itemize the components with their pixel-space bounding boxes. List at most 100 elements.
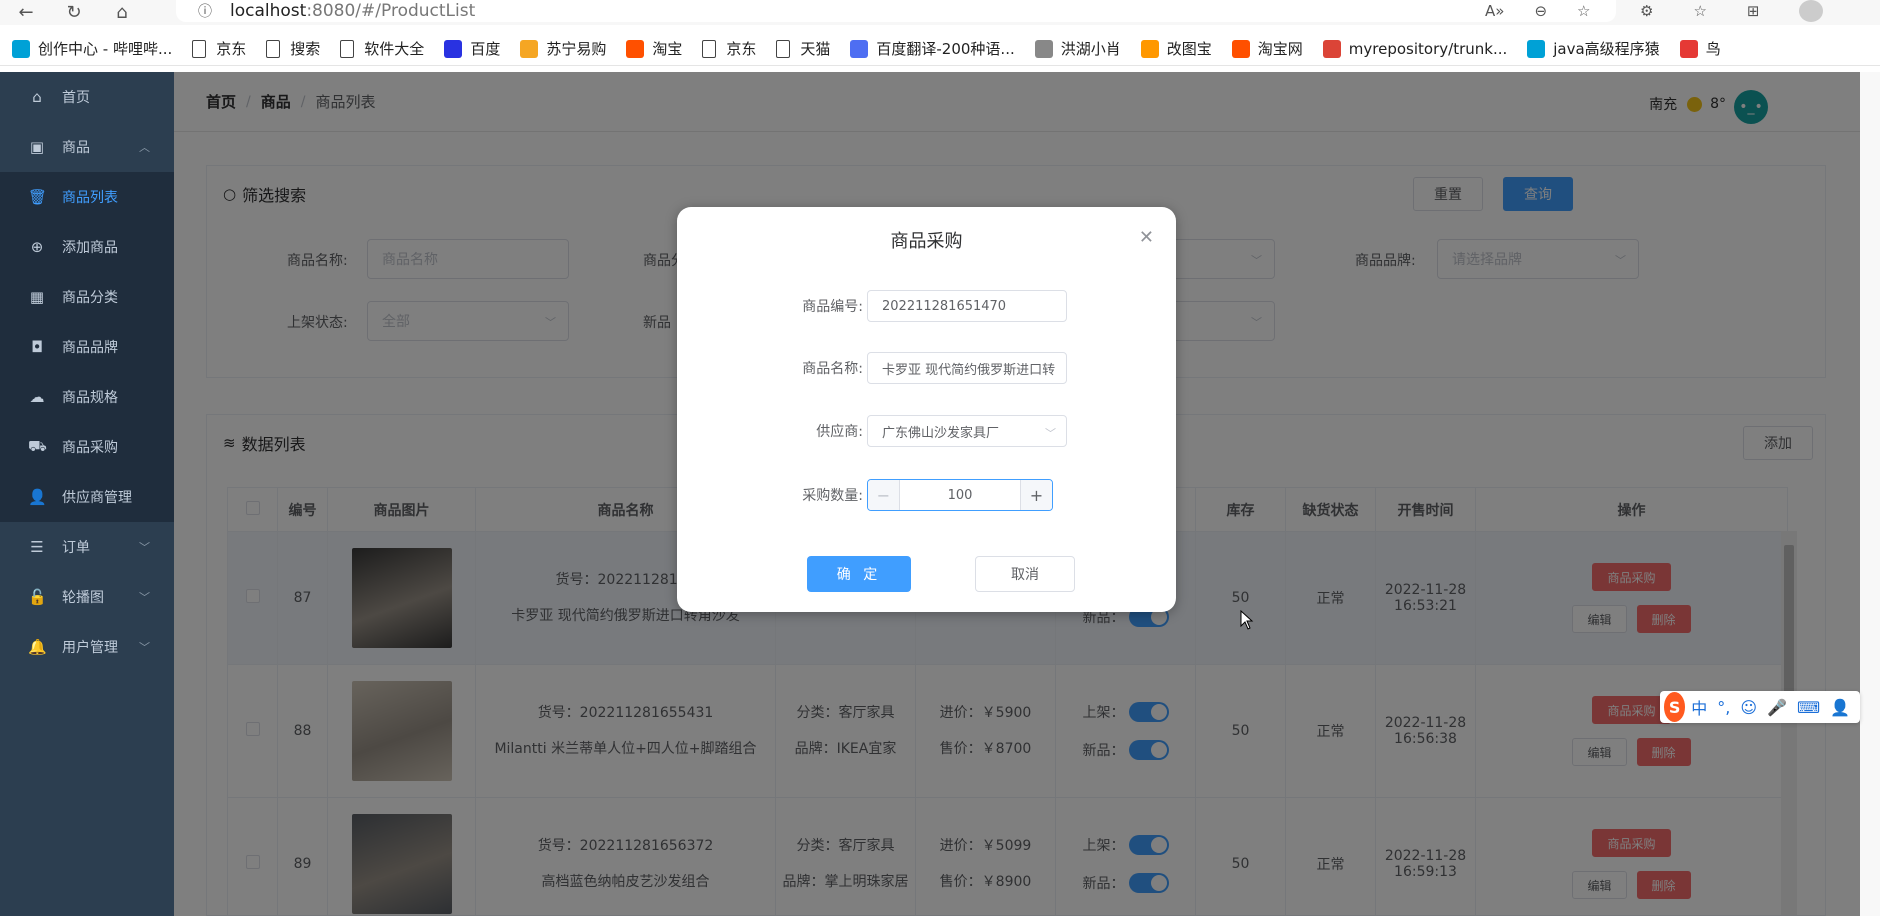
tv-icon — [12, 39, 30, 58]
cloud-icon: ☁ — [29, 388, 45, 406]
favorites-icon[interactable]: ☆ — [1693, 2, 1706, 20]
sidebar-item-orders[interactable]: ☰ 订单 ﹀ — [0, 522, 174, 572]
sidebar-item-label: 商品分类 — [62, 290, 118, 306]
user-icon: 👤 — [28, 488, 47, 506]
chevron-down-icon: ﹀ — [139, 591, 150, 604]
sidebar-item-label: 商品 — [62, 140, 90, 156]
cancel-button[interactable]: 取消 — [975, 556, 1075, 592]
collections-icon[interactable]: ⊞ — [1747, 2, 1760, 20]
read-aloud-icon[interactable]: A» — [1485, 2, 1504, 20]
bookmark-item[interactable]: 天猫 — [776, 38, 830, 59]
sidebar-item-category[interactable]: ▦ 商品分类 — [0, 272, 174, 322]
sidebar-item-brand[interactable]: ◘ 商品品牌 — [0, 322, 174, 372]
punctuation-icon[interactable]: °, — [1717, 698, 1730, 717]
tv-icon — [1527, 39, 1546, 58]
code-label: 商品编号: — [802, 299, 863, 315]
bookmark-item[interactable]: 京东 — [192, 38, 246, 59]
sidebar-item-goods[interactable]: ▣ 商品 ︿ — [0, 122, 174, 172]
taobao-icon — [1231, 39, 1250, 58]
profile-icon[interactable] — [1799, 0, 1824, 22]
bookmark-label: 天猫 — [800, 40, 831, 58]
site-info-icon[interactable]: ⓘ — [198, 1, 212, 21]
bookmark-item[interactable]: 淘宝 — [626, 38, 682, 59]
url-host: localhost — [230, 1, 307, 21]
extensions-icon[interactable]: ⚙ — [1640, 2, 1653, 20]
trash-icon: 🗑 — [28, 188, 48, 206]
bookmark-item[interactable]: 百度 — [444, 38, 500, 59]
bookmark-item[interactable]: java高级程序猿 — [1527, 38, 1660, 59]
bookmark-label: 创作中心 - 哔哩哔... — [38, 40, 173, 58]
minus-icon[interactable]: − — [868, 480, 900, 510]
bookmark-item[interactable]: 淘宝网 — [1231, 38, 1303, 59]
sidebar-item-label: 订单 — [62, 540, 90, 556]
page-icon — [340, 39, 355, 58]
sidebar-item-label: 供应商管理 — [62, 490, 132, 506]
home-icon[interactable]: ⌂ — [108, 2, 136, 24]
chevron-down-icon: ﹀ — [1045, 427, 1056, 440]
sidebar-item-label: 商品采购 — [62, 440, 118, 456]
confirm-button[interactable]: 确 定 — [807, 556, 911, 592]
emoji-icon[interactable]: ☺ — [1740, 698, 1757, 717]
grid-icon: ▦ — [29, 288, 45, 306]
keyboard-icon[interactable]: ⌨ — [1797, 698, 1820, 717]
bag-icon: ▣ — [29, 138, 45, 156]
badge-icon: ◘ — [31, 338, 43, 356]
bookmark-label: 淘宝网 — [1257, 40, 1303, 58]
sidebar-item-home[interactable]: ⌂ 首页 — [0, 72, 174, 122]
bookmark-label: 软件大全 — [364, 40, 425, 58]
sidebar-item-product-list[interactable]: 🗑 商品列表 — [0, 172, 174, 222]
zoom-icon[interactable]: ⊖ — [1534, 2, 1547, 20]
sidebar-item-label: 商品列表 — [62, 190, 118, 206]
home-icon: ⌂ — [32, 88, 42, 106]
sidebar-item-spec[interactable]: ☁ 商品规格 — [0, 372, 174, 422]
code-input[interactable]: 202211281651470 — [867, 290, 1067, 322]
sidebar-item-label: 商品品牌 — [62, 340, 118, 356]
bird-icon — [1679, 39, 1698, 58]
bookmark-label: 改图宝 — [1166, 40, 1212, 58]
user-icon[interactable]: 👤 — [1830, 698, 1850, 717]
ime-mode[interactable]: 中 — [1691, 695, 1707, 719]
mouse-cursor-icon — [1240, 610, 1254, 630]
bookmark-item[interactable]: 创作中心 - 哔哩哔... — [12, 38, 172, 59]
plus-circle-icon: ⊕ — [30, 238, 44, 256]
sidebar-item-label: 添加商品 — [62, 240, 118, 256]
favorite-add-icon[interactable]: ☆ — [1577, 2, 1590, 20]
bookmark-item[interactable]: 京东 — [702, 38, 756, 59]
quantity-stepper: − 100 + — [867, 479, 1053, 511]
sidebar-item-add-product[interactable]: ⊕ 添加商品 — [0, 222, 174, 272]
name-input[interactable]: 卡罗亚 现代简约俄罗斯进口转 — [867, 352, 1067, 384]
sidebar-item-carousel[interactable]: 🔓 轮播图 ﹀ — [0, 572, 174, 622]
bookmark-label: 京东 — [726, 40, 757, 58]
sogou-logo-icon[interactable]: S — [1664, 692, 1686, 722]
plus-icon[interactable]: + — [1020, 480, 1052, 510]
bookmark-label: 苏宁易购 — [546, 40, 607, 58]
chevron-down-icon: ﹀ — [139, 541, 150, 554]
bookmark-item[interactable]: 软件大全 — [340, 38, 424, 59]
sidebar-item-label: 轮播图 — [62, 590, 104, 606]
supplier-select[interactable]: 广东佛山沙发家具厂 ﹀ — [867, 415, 1067, 447]
quantity-input[interactable]: 100 — [900, 480, 1020, 510]
bookmark-label: 百度 — [470, 40, 501, 58]
sidebar-item-label: 用户管理 — [62, 640, 118, 656]
sidebar-item-supplier[interactable]: 👤 供应商管理 — [0, 472, 174, 522]
bookmark-item[interactable]: 洪湖小肖 — [1034, 38, 1121, 59]
bookmark-item[interactable]: 搜索 — [266, 38, 320, 59]
address-bar[interactable]: ⓘ localhost:8080/#/ProductList — [176, 0, 1616, 22]
sidebar-item-purchase[interactable]: ⛟ 商品采购 — [0, 422, 174, 472]
supplier-value: 广东佛山沙发家具厂 — [882, 425, 1000, 441]
sidebar-item-users[interactable]: 🔔 用户管理 ﹀ — [0, 622, 174, 672]
bookmark-label: myrepository/trunk... — [1348, 39, 1508, 58]
microphone-icon[interactable]: 🎤 — [1767, 698, 1787, 717]
bookmark-item[interactable]: 百度翻译-200种语... — [850, 38, 1015, 59]
bookmark-item[interactable]: 苏宁易购 — [520, 38, 606, 59]
bookmark-item[interactable]: 鸟 — [1679, 38, 1721, 59]
list-icon: ☰ — [30, 538, 44, 556]
bookmark-label: 淘宝 — [652, 40, 683, 58]
back-icon[interactable]: ← — [12, 2, 40, 24]
bookmark-label: 鸟 — [1705, 40, 1721, 58]
page-icon — [776, 39, 791, 58]
refresh-icon[interactable]: ↻ — [60, 2, 88, 24]
close-icon[interactable]: ✕ — [1139, 227, 1154, 248]
bookmark-item[interactable]: myrepository/trunk... — [1322, 39, 1508, 58]
bookmark-item[interactable]: 改图宝 — [1140, 38, 1212, 59]
